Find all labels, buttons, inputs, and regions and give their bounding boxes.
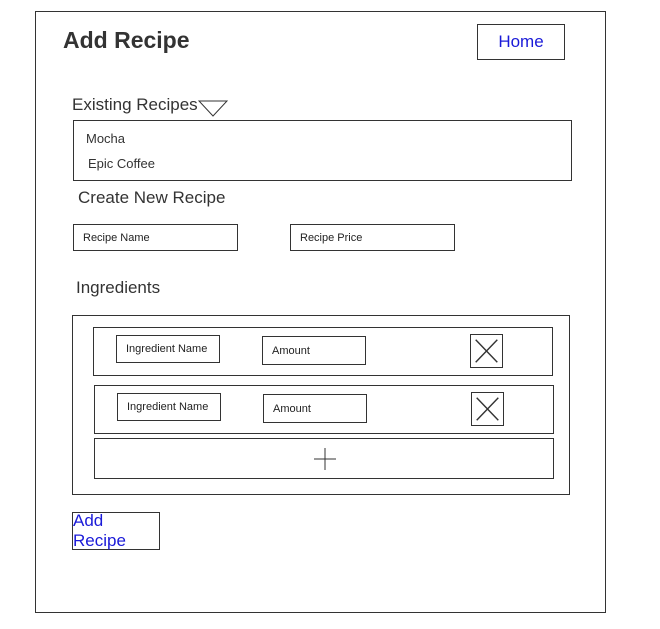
chevron-down-icon[interactable] [198,100,228,117]
ingredient-name-input[interactable]: Ingredient Name [117,393,221,421]
close-icon[interactable] [471,392,504,426]
create-recipe-label: Create New Recipe [78,188,226,207]
add-recipe-button[interactable]: Add Recipe [72,511,160,550]
recipe-list-item[interactable]: Epic Coffee [88,156,155,171]
recipe-name-input[interactable]: Recipe Name [73,224,238,251]
ingredient-amount-input[interactable]: Amount [262,336,366,365]
plus-icon [314,448,336,470]
page-title: Add Recipe [63,27,190,53]
home-button[interactable]: Home [477,24,565,60]
recipe-list-item[interactable]: Mocha [86,131,125,146]
recipe-price-input[interactable]: Recipe Price [290,224,455,251]
existing-recipes-list: Mocha Epic Coffee [73,120,572,181]
ingredient-name-input[interactable]: Ingredient Name [116,335,220,363]
close-icon[interactable] [470,334,503,368]
ingredient-amount-input[interactable]: Amount [263,394,367,423]
existing-recipes-label: Existing Recipes [72,95,198,114]
add-ingredient-button[interactable] [94,438,554,479]
ingredients-label: Ingredients [76,278,161,297]
